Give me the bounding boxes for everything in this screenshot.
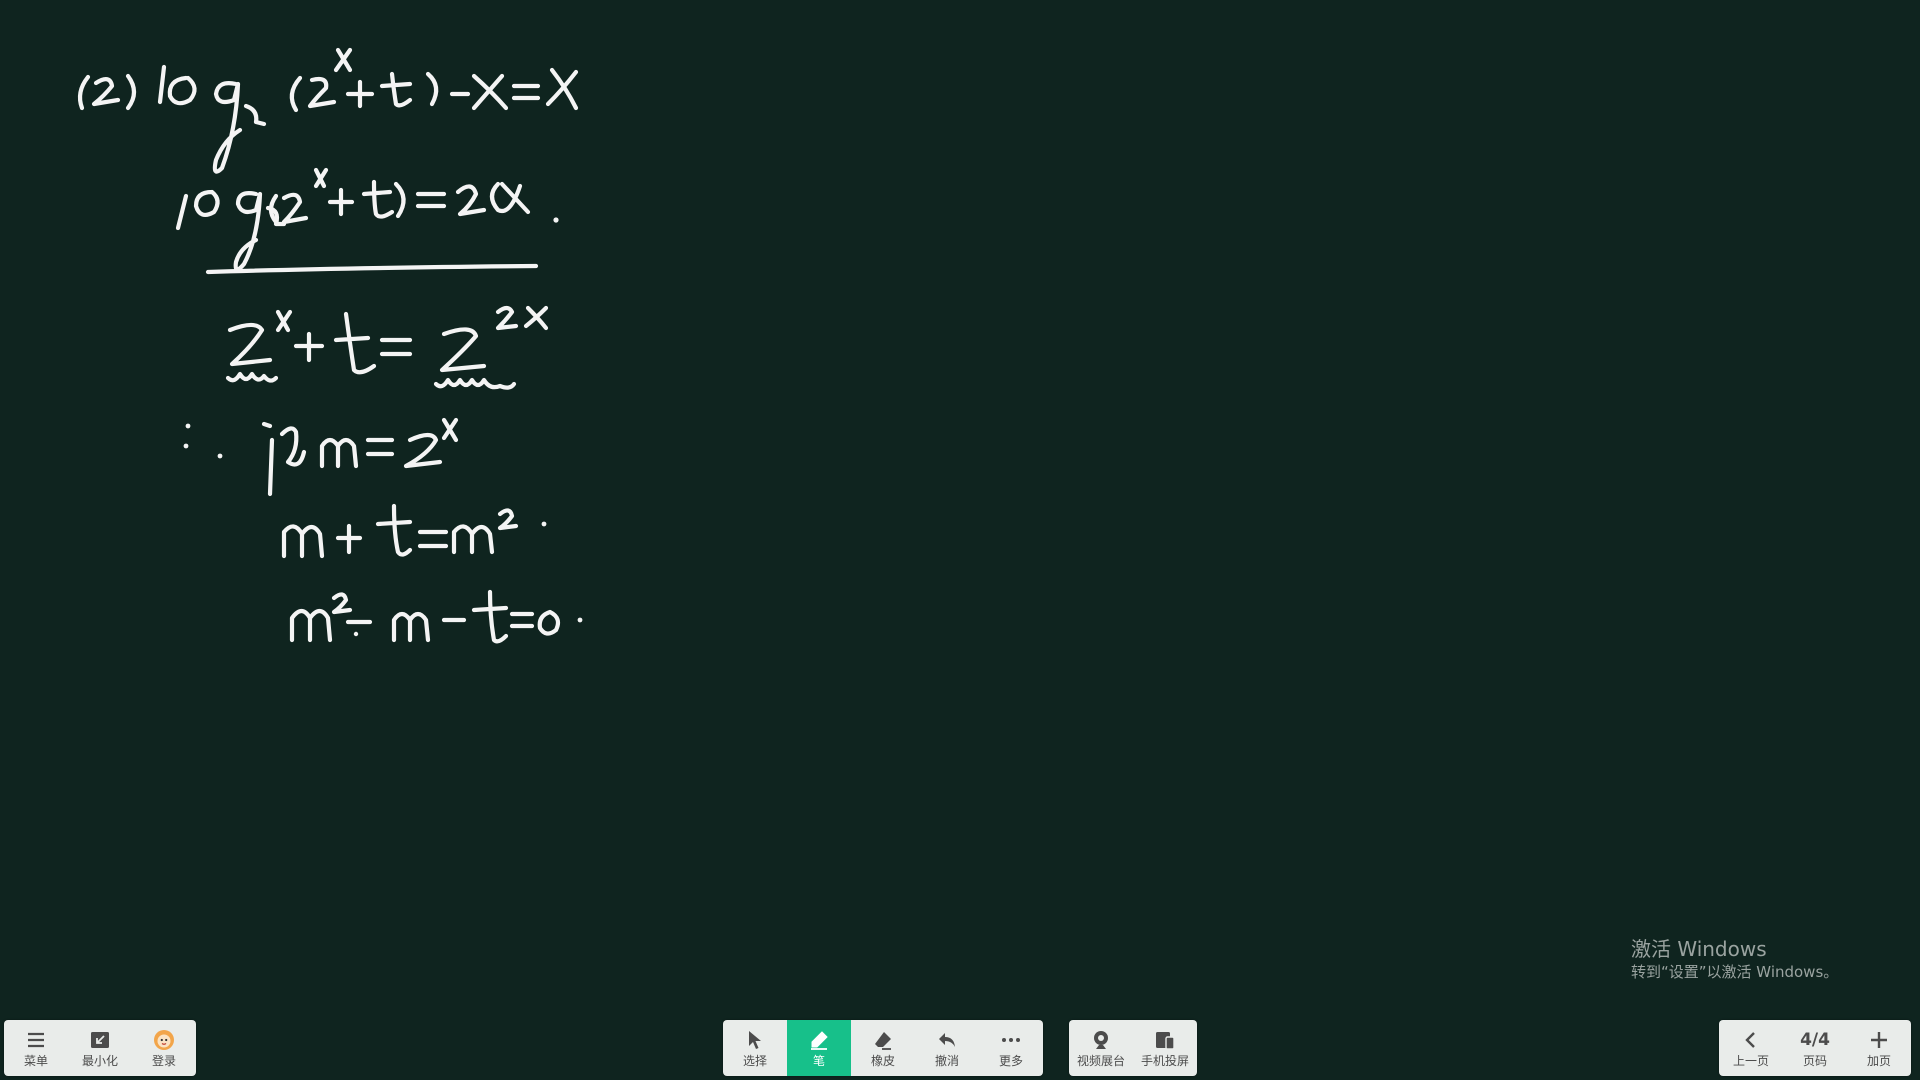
chevron-left-icon <box>1745 1032 1755 1048</box>
page-toolbar: 上一页 4/4 页码 加页 <box>1719 1020 1911 1076</box>
pen-icon <box>811 1031 828 1050</box>
more-label: 更多 <box>998 1054 1023 1068</box>
handwriting-line-2 <box>175 167 559 275</box>
prev-page-button[interactable]: 上一页 <box>1719 1020 1783 1076</box>
phone-cast-icon <box>1156 1032 1175 1050</box>
minimize-label: 最小化 <box>81 1054 118 1068</box>
handwriting-line-3 <box>225 305 549 390</box>
undo-button[interactable]: 撤消 <box>915 1020 979 1076</box>
minimize-button[interactable]: 最小化 <box>68 1020 132 1076</box>
eraser-label: 橡皮 <box>870 1054 895 1068</box>
phone-cast-button[interactable]: 手机投屏 <box>1133 1020 1197 1076</box>
video-booth-button[interactable]: 视频展台 <box>1069 1020 1133 1076</box>
activation-watermark: 激活 Windows 转到“设置”以激活 Windows。 <box>1631 936 1838 982</box>
menu-icon <box>28 1032 44 1048</box>
whiteboard-canvas[interactable] <box>0 0 1920 1080</box>
more-icon <box>1002 1038 1020 1042</box>
select-label: 选择 <box>742 1054 767 1068</box>
pen-label: 笔 <box>812 1054 825 1068</box>
eraser-icon <box>875 1032 891 1050</box>
watermark-subtitle: 转到“设置”以激活 Windows。 <box>1631 963 1839 981</box>
watermark-title: 激活 Windows <box>1631 937 1767 961</box>
menu-label: 菜单 <box>23 1054 48 1068</box>
avatar-icon <box>154 1030 174 1050</box>
eraser-tool-button[interactable]: 橡皮 <box>851 1020 915 1076</box>
login-label: 登录 <box>151 1054 176 1068</box>
tool-toolbar: 选择 笔 橡皮 撤消 更多 <box>723 1020 1043 1076</box>
login-button[interactable]: 登录 <box>132 1020 196 1076</box>
minimize-icon <box>91 1032 109 1048</box>
add-page-label: 加页 <box>1866 1054 1891 1068</box>
camera-icon <box>1094 1031 1108 1049</box>
handwriting-line-4 <box>183 417 459 497</box>
undo-icon <box>939 1033 955 1047</box>
pen-tool-button[interactable]: 笔 <box>787 1020 851 1076</box>
more-button[interactable]: 更多 <box>979 1020 1043 1076</box>
phone-cast-label: 手机投屏 <box>1140 1054 1189 1068</box>
cursor-icon <box>749 1031 761 1049</box>
menu-button[interactable]: 菜单 <box>4 1020 68 1076</box>
handwriting-line-6 <box>289 589 583 644</box>
left-toolbar: 菜单 最小化 登录 <box>4 1020 196 1076</box>
select-tool-button[interactable]: 选择 <box>723 1020 787 1076</box>
page-number: 4/4 <box>1800 1030 1830 1050</box>
handwriting-line-1 <box>77 47 579 174</box>
undo-label: 撤消 <box>934 1054 959 1068</box>
plus-icon <box>1871 1032 1887 1048</box>
media-toolbar: 视频展台 手机投屏 <box>1069 1020 1197 1076</box>
prev-page-label: 上一页 <box>1732 1054 1769 1068</box>
add-page-button[interactable]: 加页 <box>1847 1020 1911 1076</box>
video-booth-label: 视频展台 <box>1076 1054 1125 1068</box>
page-number-label: 页码 <box>1802 1054 1827 1068</box>
handwriting-line-5 <box>281 503 547 559</box>
page-number-button[interactable]: 4/4 页码 <box>1783 1020 1847 1076</box>
